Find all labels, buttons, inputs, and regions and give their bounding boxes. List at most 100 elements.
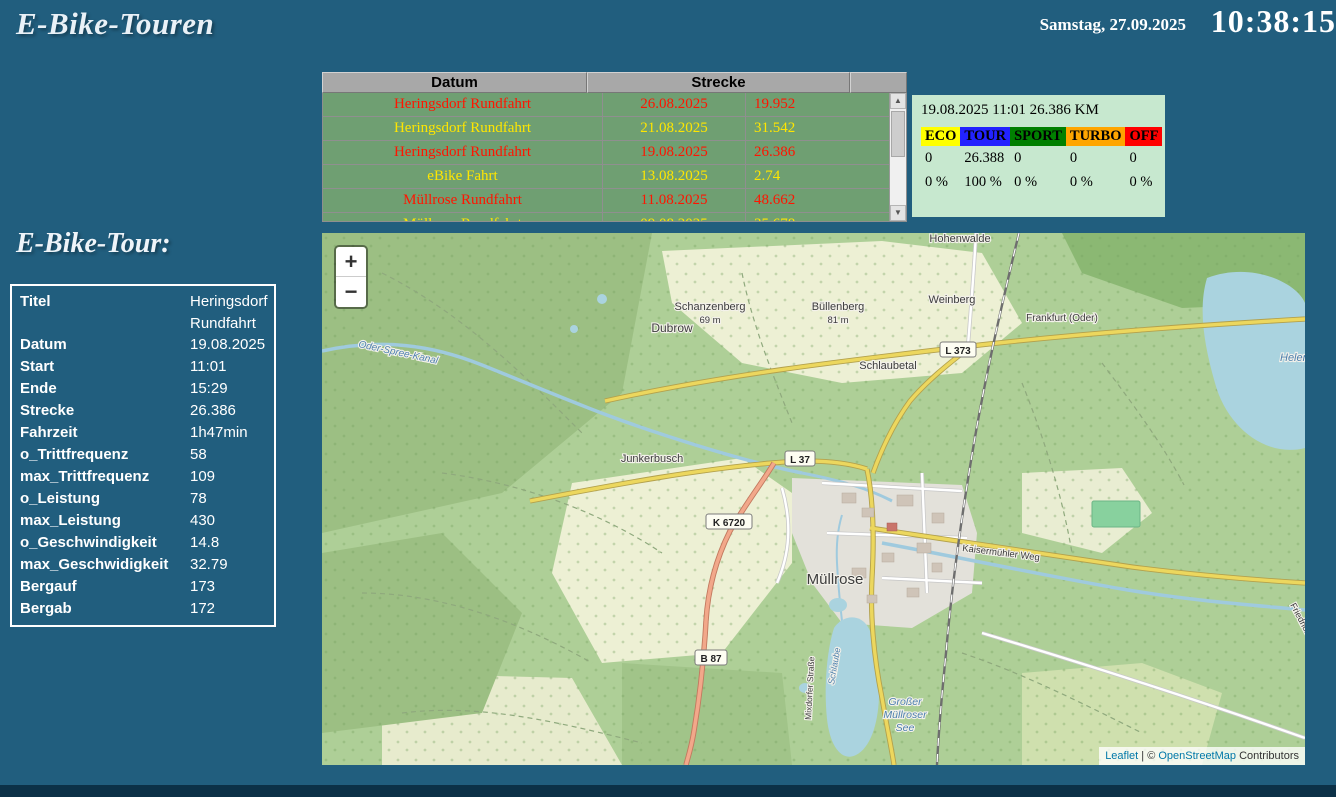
leaflet-link[interactable]: Leaflet <box>1105 750 1138 762</box>
map-label-see: See <box>896 722 915 734</box>
tour-distance: 19.952 <box>746 93 889 116</box>
table-row[interactable]: Müllrose Rundfahrt 11.08.2025 48.662 <box>323 189 906 213</box>
table-row[interactable]: Heringsdorf Rundfahrt 26.08.2025 19.952 <box>323 93 906 117</box>
tour-distance: 48.662 <box>746 189 889 212</box>
attribution-separator: | © <box>1138 750 1158 762</box>
table-row[interactable]: Heringsdorf Rundfahrt 19.08.2025 26.386 <box>323 141 906 165</box>
detail-label: Bergauf <box>20 576 190 598</box>
assist-mode-table: ECO TOUR SPORT TURBO OFF 0 26.388 0 0 0 … <box>921 127 1162 192</box>
detail-value: 1h47min <box>190 422 266 444</box>
mode-sport-percent: 0 % <box>1010 168 1066 192</box>
map-canvas: L 373 L 37 K 6720 B 87 Hohenwalde Dubrow… <box>322 233 1305 765</box>
detail-value: 109 <box>190 466 266 488</box>
tour-date: 21.08.2025 <box>603 117 746 140</box>
detail-value: 11:01 <box>190 356 266 378</box>
detail-label: o_Geschwindigkeit <box>20 532 190 554</box>
column-header-empty <box>850 72 907 93</box>
mode-off-label: OFF <box>1125 127 1162 146</box>
tour-name: Heringsdorf Rundfahrt <box>323 141 603 164</box>
mode-turbo-value: 0 <box>1066 146 1126 168</box>
road-badge-b87: B 87 <box>695 650 727 665</box>
mode-off-percent: 0 % <box>1125 168 1162 192</box>
scrollbar-thumb[interactable] <box>891 111 905 157</box>
detail-label: Start <box>20 356 190 378</box>
detail-value: Heringsdorf Rundfahrt <box>190 291 268 334</box>
tour-date: 11.08.2025 <box>603 189 746 212</box>
tour-distance: 26.386 <box>746 141 889 164</box>
tour-date: 09.08.2025 <box>603 213 746 222</box>
map-label-buellenberg: Büllenberg <box>812 301 865 313</box>
map-attribution: Leaflet | © OpenStreetMap Contributors <box>1099 747 1305 765</box>
map-label-schanzenberg: Schanzenberg <box>675 301 746 313</box>
tour-name: Müllrose Rundfahrt <box>323 213 603 222</box>
attribution-contributors: Contributors <box>1236 750 1299 762</box>
detail-value: 58 <box>190 444 266 466</box>
header-clock: 10:38:15 <box>1211 3 1336 40</box>
map-zoom-control: + − <box>334 245 368 309</box>
map-label-grosser: Großer <box>888 696 922 708</box>
tour-distance: 31.542 <box>746 117 889 140</box>
detail-heading: E-Bike-Tour: <box>16 228 171 260</box>
detail-value: 15:29 <box>190 378 266 400</box>
table-row[interactable]: Heringsdorf Rundfahrt 21.08.2025 31.542 <box>323 117 906 141</box>
leaflet-map[interactable]: L 373 L 37 K 6720 B 87 Hohenwalde Dubrow… <box>322 233 1305 765</box>
detail-value: 173 <box>190 576 266 598</box>
page-title: E-Bike-Touren <box>16 6 214 42</box>
summary-headline: 19.08.2025 11:01 26.386 KM <box>921 102 1156 119</box>
map-label-frankfurt-oder: Frankfurt (Oder) <box>1026 313 1098 324</box>
mode-tour-label: TOUR <box>960 127 1010 146</box>
svg-text:L 37: L 37 <box>790 455 810 466</box>
mode-eco-label: ECO <box>921 127 960 146</box>
svg-text:B 87: B 87 <box>700 654 722 665</box>
zoom-out-button[interactable]: − <box>336 277 366 307</box>
header-date: Samstag, 27.09.2025 <box>1040 15 1186 35</box>
mode-eco-percent: 0 % <box>921 168 960 192</box>
map-label-muellroser: Müllroser <box>883 709 927 721</box>
map-label-muellrose: Müllrose <box>807 571 864 588</box>
table-scrollbar[interactable]: ▲ ▼ <box>889 93 906 221</box>
map-label-hohenwalde: Hohenwalde <box>929 233 990 245</box>
mode-sport-label: SPORT <box>1010 127 1066 146</box>
road-badge-l37: L 37 <box>785 451 815 466</box>
road-badge-k6720: K 6720 <box>706 514 752 529</box>
table-row[interactable]: eBike Fahrt 13.08.2025 2.74 <box>323 165 906 189</box>
map-label-dubrow: Dubrow <box>651 321 693 335</box>
detail-label: Datum <box>20 334 190 356</box>
detail-label: max_Leistung <box>20 510 190 532</box>
table-row[interactable]: Müllrose Rundfahrt 09.08.2025 35.678 <box>323 213 906 222</box>
sports-field <box>1092 501 1140 527</box>
detail-label: Fahrzeit <box>20 422 190 444</box>
mode-tour-percent: 100 % <box>960 168 1010 192</box>
mode-off-value: 0 <box>1125 146 1162 168</box>
detail-value: 78 <box>190 488 266 510</box>
detail-label: Titel <box>20 291 190 334</box>
mode-turbo-percent: 0 % <box>1066 168 1126 192</box>
detail-value: 26.386 <box>190 400 266 422</box>
zoom-in-button[interactable]: + <box>336 247 366 277</box>
detail-value: 172 <box>190 598 266 620</box>
osm-link[interactable]: OpenStreetMap <box>1158 750 1236 762</box>
tour-name: eBike Fahrt <box>323 165 603 188</box>
svg-text:K 6720: K 6720 <box>713 518 746 529</box>
map-label-junkerbusch: Junkerbusch <box>621 453 683 465</box>
svg-text:L 373: L 373 <box>945 346 971 357</box>
scroll-down-icon[interactable]: ▼ <box>890 205 906 221</box>
detail-value: 430 <box>190 510 266 532</box>
tour-name: Müllrose Rundfahrt <box>323 189 603 212</box>
mode-eco-value: 0 <box>921 146 960 168</box>
tour-list-table: Datum Strecke Heringsdorf Rundfahrt 26.0… <box>322 72 907 222</box>
detail-value: 14.8 <box>190 532 266 554</box>
tour-name: Heringsdorf Rundfahrt <box>323 93 603 116</box>
map-label-helenesee: Helenesee <box>1280 352 1305 364</box>
mode-turbo-label: TURBO <box>1066 127 1126 146</box>
mode-sport-value: 0 <box>1010 146 1066 168</box>
scroll-up-icon[interactable]: ▲ <box>890 93 906 109</box>
column-header-strecke: Strecke <box>587 72 850 93</box>
tour-date: 13.08.2025 <box>603 165 746 188</box>
map-label-weinberg: Weinberg <box>929 294 976 306</box>
tour-date: 19.08.2025 <box>603 141 746 164</box>
column-header-datum: Datum <box>322 72 587 93</box>
mode-tour-value: 26.388 <box>960 146 1010 168</box>
tour-detail-table: TitelHeringsdorf Rundfahrt Datum19.08.20… <box>10 284 276 627</box>
detail-value: 32.79 <box>190 554 266 576</box>
